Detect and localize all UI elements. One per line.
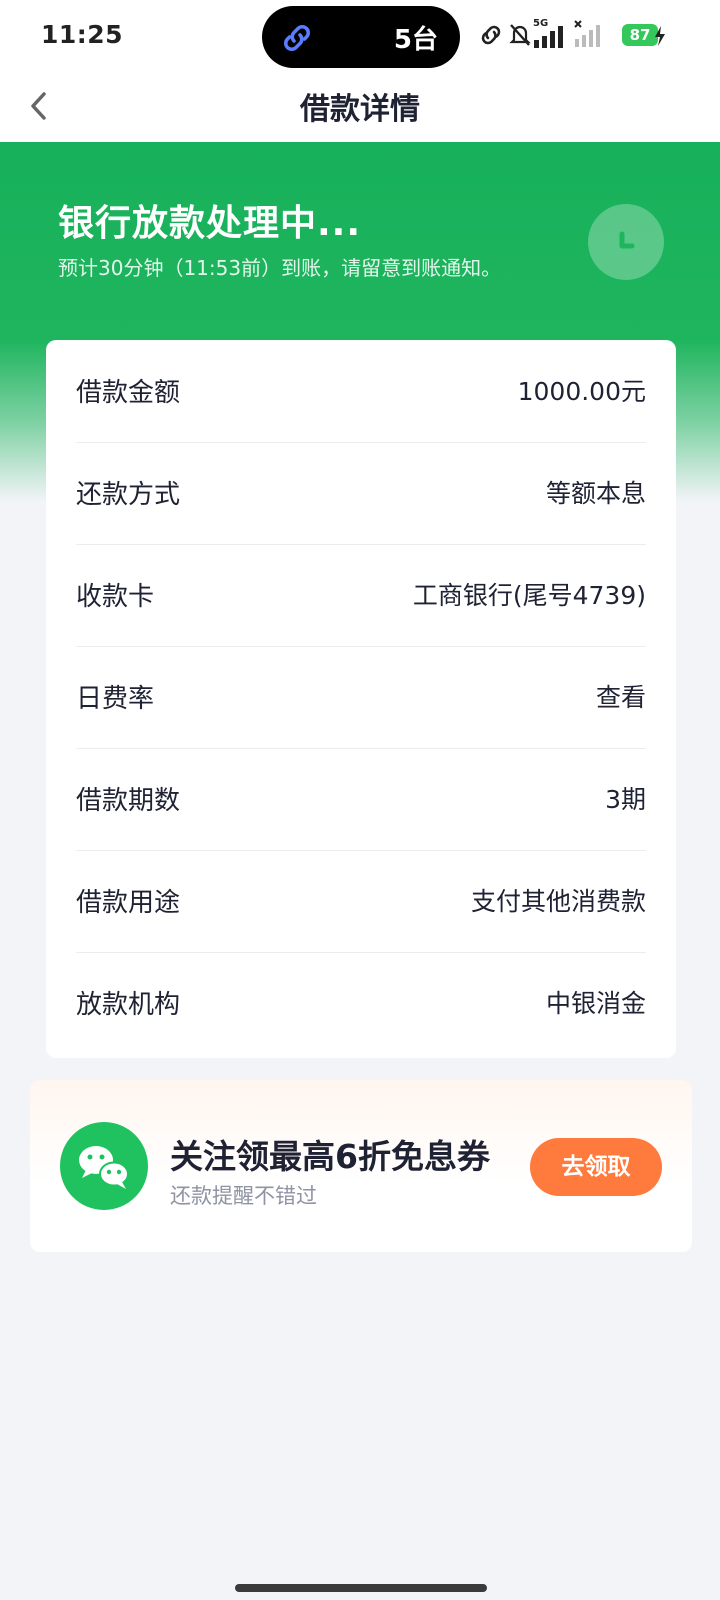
detail-row-amount: 借款金额 1000.00元 <box>76 340 646 443</box>
link-icon <box>284 25 310 51</box>
row-value: 等额本息 <box>545 479 646 508</box>
view-rate-link[interactable]: 查看 <box>596 678 646 714</box>
row-label: 收款卡 <box>76 582 155 612</box>
promo-title: 关注领最高6折免息券 <box>170 1137 490 1176</box>
detail-row-repayment-method: 还款方式 等额本息 <box>76 442 646 545</box>
status-title: 银行放款处理中... <box>58 203 362 244</box>
row-value: 3期 <box>605 785 646 814</box>
detail-row-receiving-card: 收款卡 工商银行(尾号4739) <box>76 544 646 647</box>
island-label: 5台 <box>393 25 438 55</box>
detail-row-lender: 放款机构 中银消金 <box>76 952 646 1054</box>
link-status-icon <box>481 25 501 45</box>
loan-details-card: 借款金额 1000.00元 还款方式 等额本息 收款卡 工商银行(尾号4739)… <box>46 340 676 1058</box>
row-label: 还款方式 <box>76 480 181 510</box>
claim-button[interactable]: 去领取 <box>530 1138 662 1196</box>
signal-icon <box>534 26 563 48</box>
wechat-icon <box>60 1122 148 1210</box>
page-title: 借款详情 <box>300 92 420 127</box>
detail-row-installments: 借款期数 3期 <box>76 748 646 851</box>
follow-promo-card[interactable]: 关注领最高6折免息券 还款提醒不错过 去领取 <box>30 1080 692 1252</box>
clock-icon <box>588 204 664 280</box>
status-subtitle: 预计30分钟（11:53前）到账，请留意到账通知。 <box>58 256 502 280</box>
row-value: 中银消金 <box>545 989 646 1018</box>
nav-bar: 借款详情 <box>0 72 720 142</box>
charging-icon <box>655 26 665 46</box>
detail-row-purpose: 借款用途 支付其他消费款 <box>76 850 646 953</box>
signal-secondary-icon <box>574 20 600 47</box>
row-label: 放款机构 <box>76 990 181 1020</box>
row-label: 借款金额 <box>76 378 181 408</box>
row-label: 日费率 <box>76 684 155 714</box>
row-value: 工商银行(尾号4739) <box>412 581 646 610</box>
status-icons: 5G 87 <box>478 18 708 54</box>
detail-row-daily-rate[interactable]: 日费率 查看 <box>76 646 646 749</box>
home-indicator[interactable] <box>235 1584 487 1592</box>
row-value: 支付其他消费款 <box>470 887 646 916</box>
row-label: 借款用途 <box>76 888 181 918</box>
status-bar: 11:25 5台 5G 87 <box>0 0 720 72</box>
dynamic-island[interactable]: 5台 <box>262 6 460 68</box>
bell-muted-icon <box>509 24 531 46</box>
row-label: 借款期数 <box>76 786 181 816</box>
promo-subtitle: 还款提醒不错过 <box>170 1184 317 1208</box>
row-value: 1000.00元 <box>517 377 646 406</box>
status-time: 11:25 <box>41 20 124 49</box>
battery-icon: 87 <box>622 24 658 46</box>
